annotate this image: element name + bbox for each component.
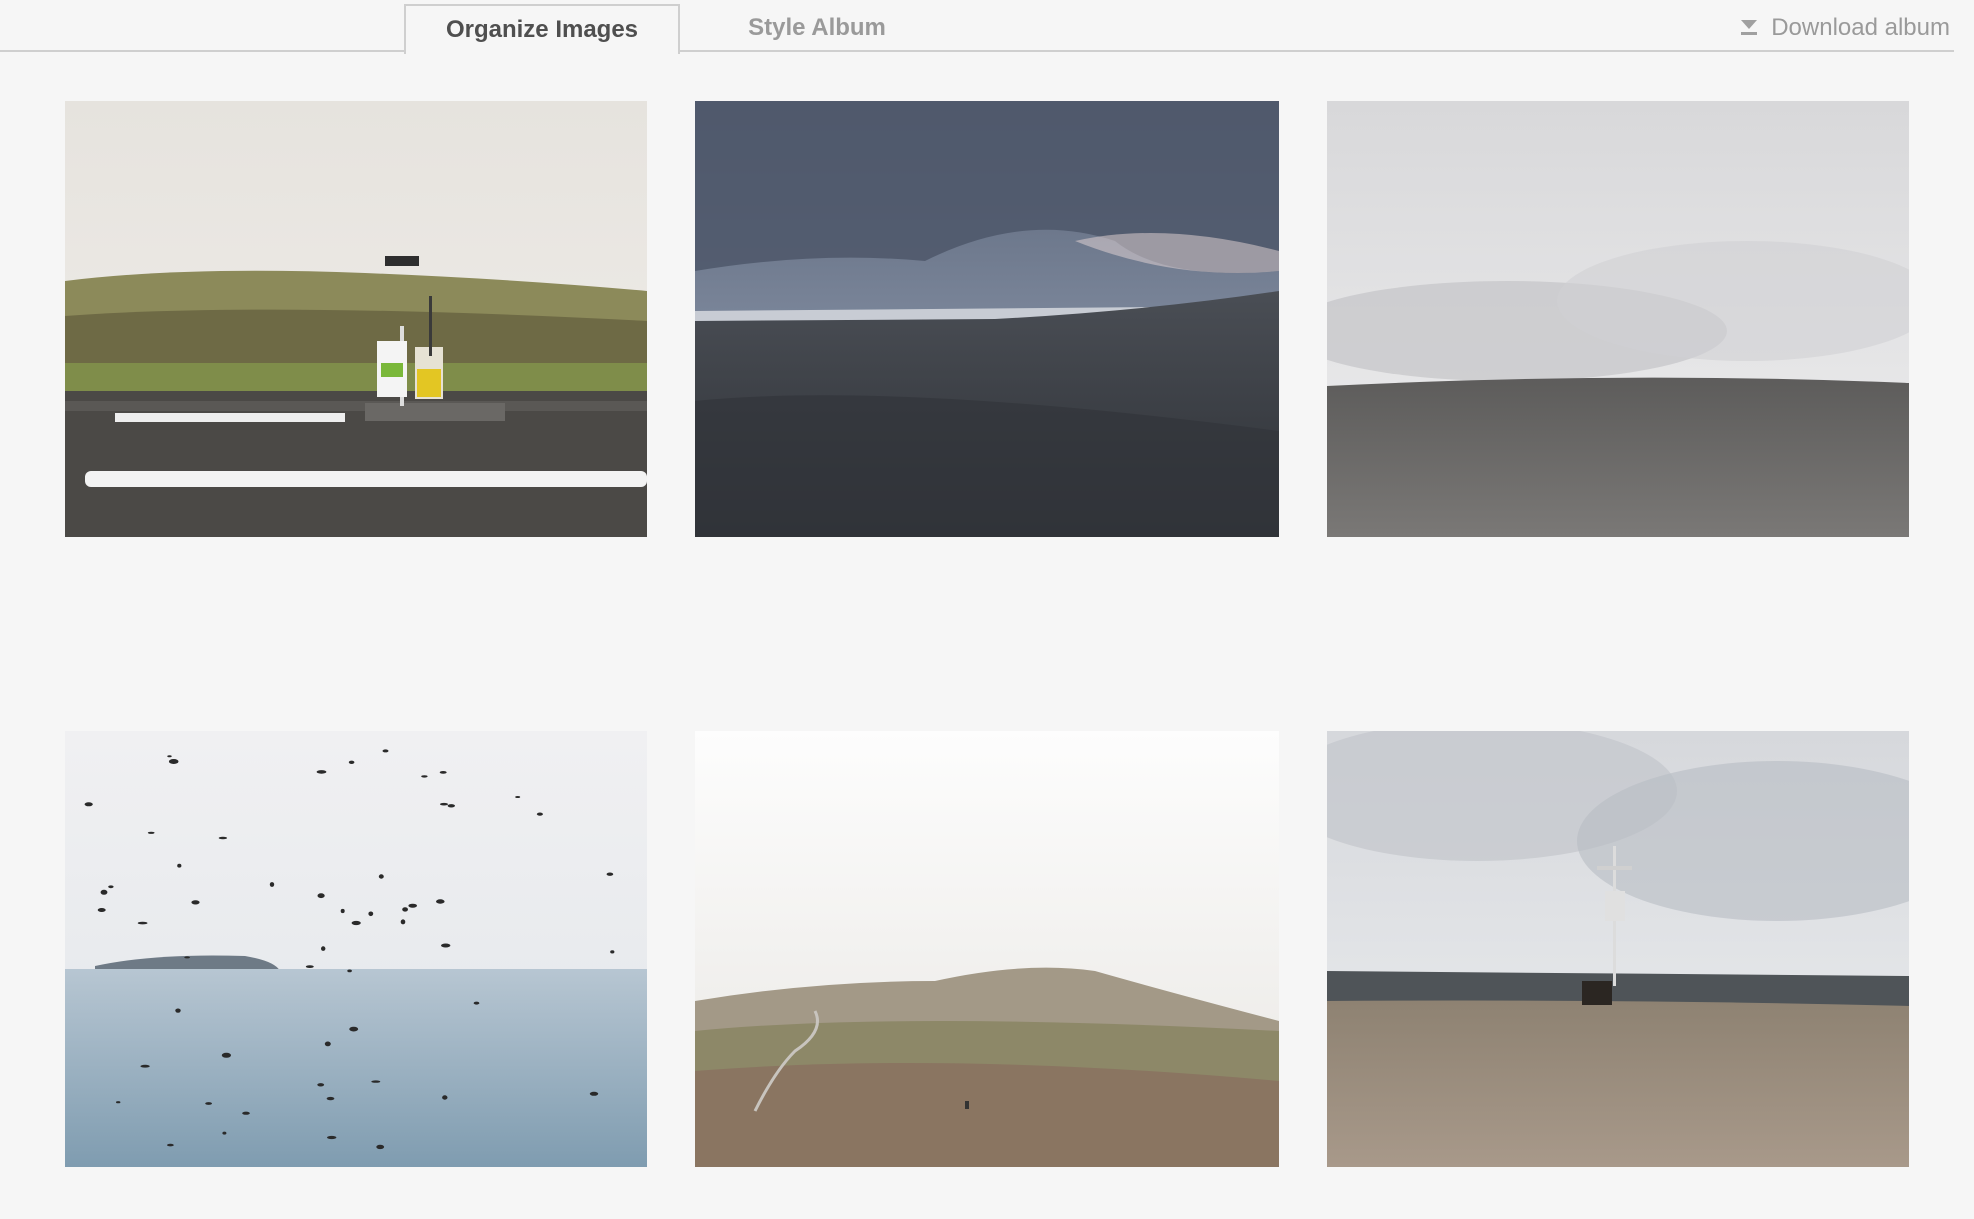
bird (382, 749, 389, 753)
bird (242, 1111, 250, 1115)
bird (305, 965, 314, 968)
bird (168, 759, 179, 764)
photo-thumbnail-gravel-plain[interactable] (1327, 101, 1909, 537)
bird (348, 760, 355, 764)
photo-thumbnail-radio-mast[interactable] (1327, 731, 1909, 1167)
tab-bar: Organize Images Style Album Download alb… (0, 0, 1974, 54)
bird (606, 872, 614, 876)
tab-organize-images-label: Organize Images (445, 16, 639, 43)
bird (351, 920, 361, 926)
photo-gravel-plain-image (1327, 101, 1909, 537)
bird (108, 885, 114, 889)
bird (326, 1096, 335, 1101)
bird (167, 1143, 174, 1147)
bird (347, 969, 352, 973)
bird (327, 1135, 337, 1140)
bird (317, 1083, 325, 1087)
download-album-label: Download album (1771, 14, 1950, 41)
photo-thumbnail-gas-pump[interactable] (65, 101, 647, 537)
bird (440, 802, 448, 806)
bird (349, 1026, 359, 1032)
bird (378, 874, 384, 879)
bird (84, 802, 93, 807)
bird (402, 907, 408, 912)
bird (515, 796, 521, 798)
bird (408, 903, 418, 908)
bird (222, 1131, 227, 1135)
bird (400, 919, 406, 925)
bird (321, 946, 326, 951)
tab-style-album-label: Style Album (748, 14, 886, 41)
bird (147, 831, 155, 834)
bird (589, 1091, 599, 1096)
bird (439, 771, 447, 774)
download-album-button[interactable]: Download album (1739, 10, 1950, 46)
bird (421, 775, 428, 778)
photo-lava-field-image (695, 101, 1279, 537)
bird (218, 836, 228, 840)
tab-organize-images[interactable]: Organize Images (404, 4, 680, 54)
download-icon (1739, 18, 1759, 38)
bird (100, 889, 108, 895)
bird (137, 921, 148, 925)
bird (175, 1008, 181, 1013)
photo-foggy-hills-image (695, 731, 1279, 1167)
bird (140, 1064, 150, 1068)
bird (340, 908, 345, 914)
bird (116, 1101, 121, 1104)
bird (368, 911, 374, 917)
bird (610, 950, 615, 954)
photo-gas-pump-image (65, 101, 647, 537)
bird (177, 863, 182, 868)
bird (97, 908, 106, 912)
bird (205, 1102, 213, 1105)
bird (473, 1001, 480, 1005)
bird (442, 1095, 448, 1100)
bird (167, 755, 172, 758)
photo-thumbnail-foggy-hills[interactable] (695, 731, 1279, 1167)
bird (324, 1041, 331, 1047)
bird (221, 1052, 231, 1058)
bird (316, 770, 327, 774)
bird (371, 1080, 381, 1083)
bird (436, 899, 445, 904)
photo-thumbnail-birds-sea[interactable] (65, 731, 647, 1167)
bird (184, 956, 190, 959)
bird (191, 900, 200, 905)
tab-bar-divider (0, 50, 1954, 52)
bird (536, 812, 543, 816)
photo-thumbnail-lava-field[interactable] (695, 101, 1279, 537)
bird (441, 943, 451, 948)
bird (269, 882, 275, 887)
tab-style-album[interactable]: Style Album (700, 4, 934, 52)
photo-birds-sea-image (65, 731, 647, 1167)
bird (447, 804, 455, 808)
bird (317, 893, 325, 899)
bird (376, 1144, 385, 1150)
photo-radio-mast-image (1327, 731, 1909, 1167)
